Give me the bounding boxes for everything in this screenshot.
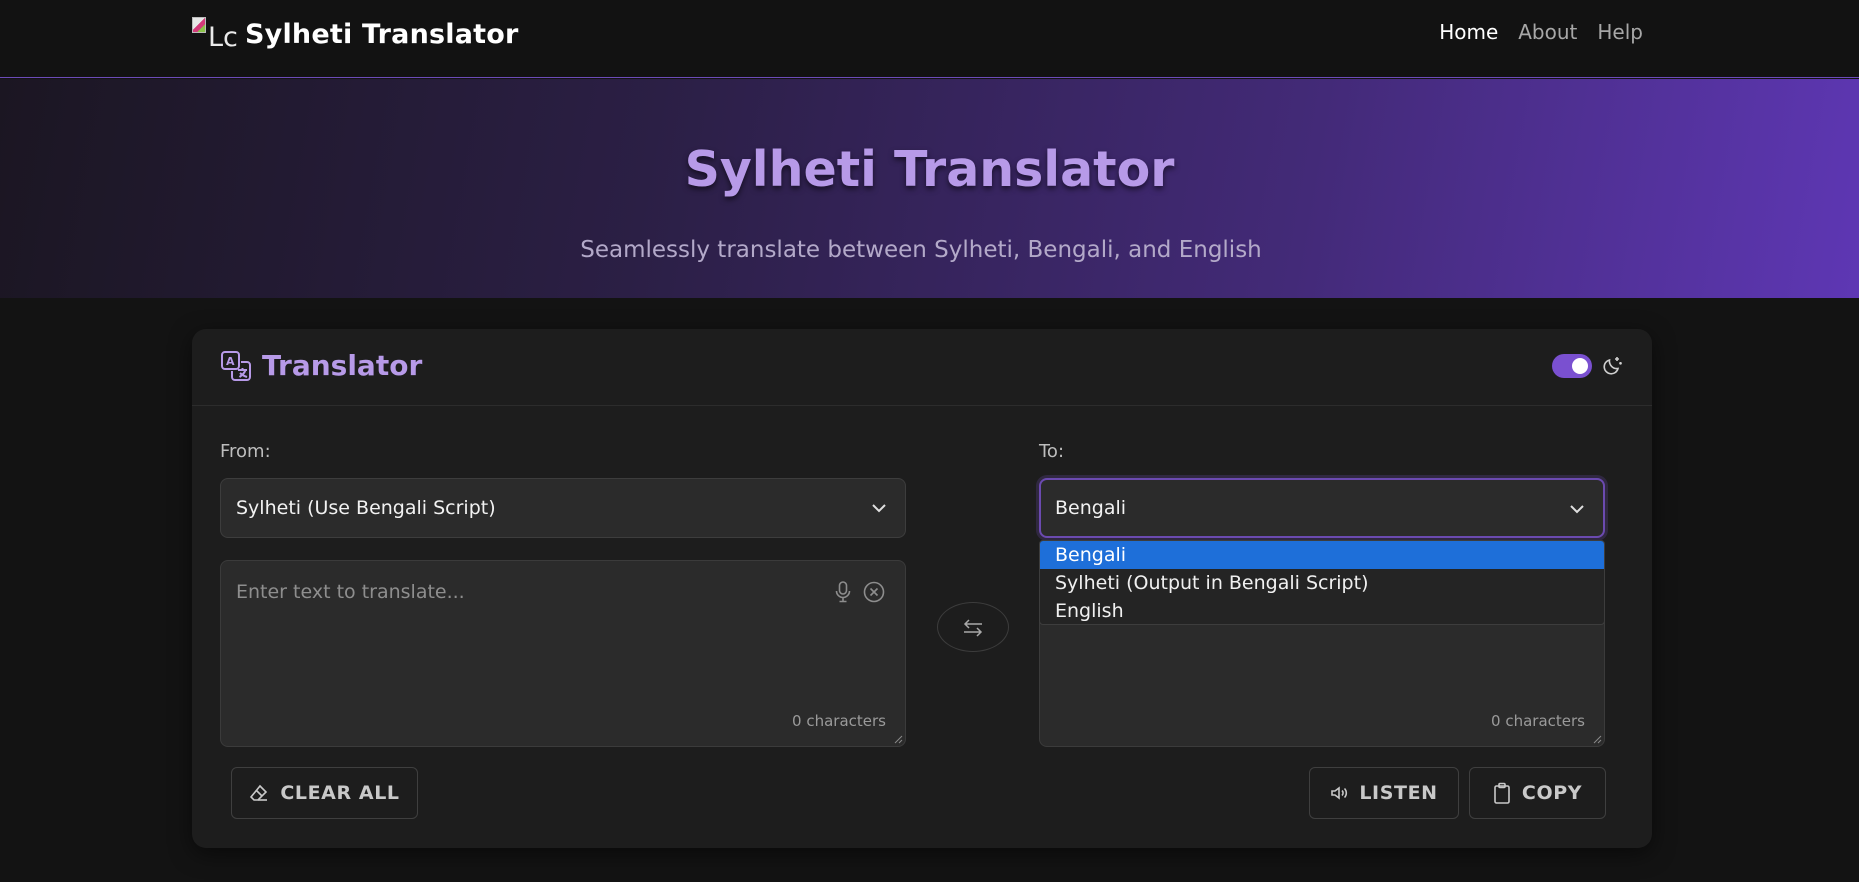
chevron-down-icon xyxy=(1570,505,1584,514)
resize-grip-icon[interactable] xyxy=(894,735,903,744)
card-title-wrap: A Translator xyxy=(220,349,422,382)
eraser-icon xyxy=(250,784,268,801)
to-label: To: xyxy=(1039,441,1065,462)
swap-languages-button[interactable] xyxy=(937,602,1009,652)
swap-icon xyxy=(963,619,983,637)
speaker-icon xyxy=(1331,786,1348,800)
clear-all-button[interactable]: CLEAR ALL xyxy=(231,767,418,819)
hero-banner: Sylheti Translator Seamlessly translate … xyxy=(0,79,1859,298)
from-selected-value: Sylheti (Use Bengali Script) xyxy=(236,497,496,519)
logo-alt-text: Lc xyxy=(208,22,237,51)
listen-label: LISTEN xyxy=(1359,782,1438,804)
copy-button[interactable]: COPY xyxy=(1469,767,1606,819)
to-language-dropdown: Bengali Sylheti (Output in Bengali Scrip… xyxy=(1039,540,1605,625)
from-language-select[interactable]: Sylheti (Use Bengali Script) xyxy=(220,478,906,538)
from-label: From: xyxy=(220,441,271,462)
to-language-select[interactable]: Bengali xyxy=(1039,478,1605,538)
clear-all-label: CLEAR ALL xyxy=(280,782,400,804)
option-bengali[interactable]: Bengali xyxy=(1040,541,1604,569)
nav-link-about[interactable]: About xyxy=(1518,20,1577,44)
broken-image-icon xyxy=(192,17,206,33)
nav-link-help[interactable]: Help xyxy=(1597,20,1643,44)
moon-icon xyxy=(1600,354,1624,378)
hero-title: Sylheti Translator xyxy=(684,141,1175,198)
target-char-count: 0 characters xyxy=(1491,712,1585,730)
brand-title[interactable]: Sylheti Translator xyxy=(245,19,519,50)
nav-link-home[interactable]: Home xyxy=(1439,20,1498,44)
to-selected-value: Bengali xyxy=(1055,497,1127,519)
source-char-count: 0 characters xyxy=(792,712,886,730)
copy-label: COPY xyxy=(1521,782,1583,804)
listen-button[interactable]: LISTEN xyxy=(1309,767,1459,819)
source-placeholder: Enter text to translate... xyxy=(236,581,465,603)
card-header: A Translator xyxy=(192,329,1652,406)
chevron-down-icon xyxy=(872,504,886,513)
theme-toggle[interactable] xyxy=(1552,354,1592,378)
svg-text:A: A xyxy=(226,355,235,368)
logo-broken-image: Lc xyxy=(192,17,237,51)
option-english[interactable]: English xyxy=(1040,597,1604,624)
microphone-icon[interactable] xyxy=(833,581,853,603)
toggle-knob xyxy=(1572,358,1588,374)
hero-subtitle: Seamlessly translate between Sylheti, Be… xyxy=(580,237,1262,263)
clear-icon[interactable] xyxy=(863,581,885,603)
brand[interactable]: Lc Sylheti Translator xyxy=(192,10,519,58)
option-sylheti[interactable]: Sylheti (Output in Bengali Script) xyxy=(1040,569,1604,597)
source-text-input[interactable]: Enter text to translate... 0 characters xyxy=(220,560,906,747)
navbar: Lc Sylheti Translator Home About Help xyxy=(0,0,1859,78)
translate-icon: A xyxy=(220,350,252,382)
resize-grip-icon[interactable] xyxy=(1593,735,1602,744)
clipboard-icon xyxy=(1494,782,1510,804)
nav-links: Home About Help xyxy=(1439,20,1643,44)
card-title: Translator xyxy=(262,349,423,382)
